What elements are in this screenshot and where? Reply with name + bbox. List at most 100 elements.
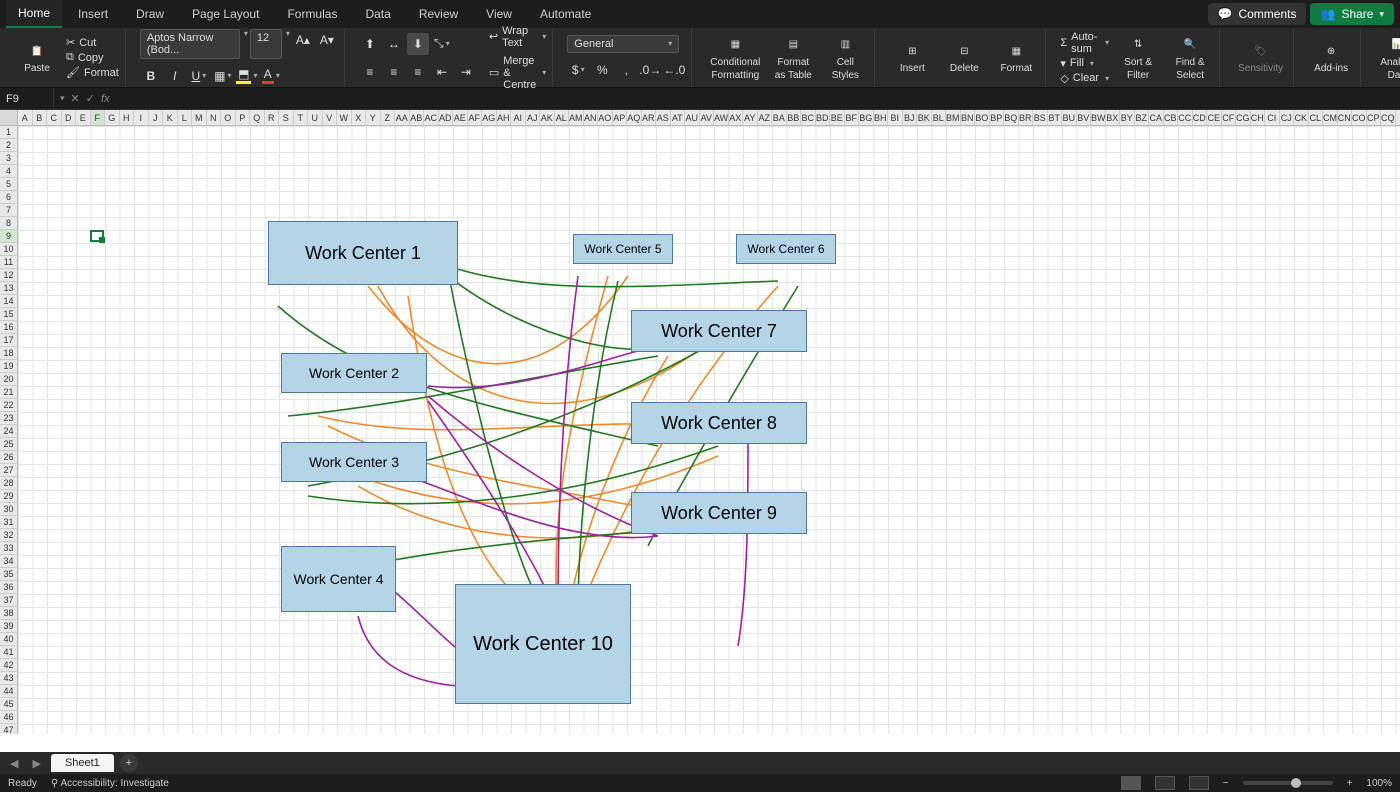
row-header[interactable]: 30	[0, 503, 17, 516]
col-header[interactable]: BJ	[903, 110, 918, 125]
row-header[interactable]: 12	[0, 269, 17, 282]
row-header[interactable]: 39	[0, 620, 17, 633]
col-header[interactable]: AW	[714, 110, 729, 125]
col-header[interactable]: AA	[395, 110, 410, 125]
decrease-font-button[interactable]: A▾	[316, 29, 338, 51]
row-header[interactable]: 16	[0, 321, 17, 334]
col-header[interactable]: Z	[381, 110, 396, 125]
italic-button[interactable]: I	[164, 65, 186, 87]
currency-button[interactable]: $▾	[567, 59, 589, 81]
shape-work-center-2[interactable]: Work Center 2	[281, 353, 427, 393]
col-header[interactable]: C	[47, 110, 62, 125]
row-header[interactable]: 46	[0, 711, 17, 724]
format-painter-button[interactable]: 🖌Format	[66, 66, 119, 79]
col-header[interactable]: CD	[1193, 110, 1208, 125]
col-header[interactable]: AD	[439, 110, 454, 125]
col-header[interactable]: AY	[743, 110, 758, 125]
sheet-nav-prev[interactable]: ◀	[6, 757, 22, 770]
col-header[interactable]: AT	[671, 110, 686, 125]
number-format-select[interactable]: General▾	[567, 35, 679, 53]
row-header[interactable]: 6	[0, 191, 17, 204]
col-header[interactable]: AC	[424, 110, 439, 125]
format-as-table-button[interactable]: ▤Formatas Table	[770, 33, 816, 83]
analyse-data-button[interactable]: 📊AnalyseData	[1375, 33, 1400, 83]
col-header[interactable]: BU	[1062, 110, 1077, 125]
col-header[interactable]: CE	[1207, 110, 1222, 125]
tab-page-layout[interactable]: Page Layout	[180, 1, 271, 27]
tab-review[interactable]: Review	[407, 1, 470, 27]
col-header[interactable]: AH	[497, 110, 512, 125]
row-header[interactable]: 37	[0, 594, 17, 607]
col-header[interactable]: CQ	[1381, 110, 1396, 125]
accessibility-status[interactable]: ⚲ Accessibility: Investigate	[51, 778, 169, 789]
comments-button[interactable]: 💬 Comments	[1208, 3, 1307, 25]
wrap-text-button[interactable]: ↩Wrap Text▾	[489, 25, 546, 49]
add-sheet-button[interactable]: +	[120, 754, 138, 772]
row-header[interactable]: 25	[0, 438, 17, 451]
decrease-decimal-button[interactable]: ←.0	[663, 59, 685, 81]
row-header[interactable]: 33	[0, 542, 17, 555]
bold-button[interactable]: B	[140, 65, 162, 87]
row-header[interactable]: 13	[0, 282, 17, 295]
col-header[interactable]: BA	[772, 110, 787, 125]
col-header[interactable]: CP	[1367, 110, 1382, 125]
col-header[interactable]: BD	[816, 110, 831, 125]
row-header[interactable]: 42	[0, 659, 17, 672]
col-header[interactable]: BB	[787, 110, 802, 125]
row-header[interactable]: 38	[0, 607, 17, 620]
col-header[interactable]: AL	[555, 110, 570, 125]
col-header[interactable]: BV	[1077, 110, 1092, 125]
col-header[interactable]: CG	[1236, 110, 1251, 125]
share-button[interactable]: 👥 Share ▾	[1310, 3, 1394, 25]
zoom-out-button[interactable]: −	[1223, 778, 1229, 789]
copy-button[interactable]: ⧉Copy	[66, 51, 119, 64]
align-left-button[interactable]: ≡	[359, 61, 381, 83]
col-header[interactable]: W	[337, 110, 352, 125]
col-header[interactable]: BI	[888, 110, 903, 125]
col-header[interactable]: E	[76, 110, 91, 125]
col-header[interactable]: AO	[598, 110, 613, 125]
col-header[interactable]: AR	[642, 110, 657, 125]
col-header[interactable]: S	[279, 110, 294, 125]
col-header[interactable]: CM	[1323, 110, 1338, 125]
increase-font-button[interactable]: A▴	[292, 29, 314, 51]
shape-work-center-10[interactable]: Work Center 10	[455, 584, 631, 704]
row-header[interactable]: 32	[0, 529, 17, 542]
row-header[interactable]: 1	[0, 126, 17, 139]
col-header[interactable]: G	[105, 110, 120, 125]
col-header[interactable]: D	[62, 110, 77, 125]
col-header[interactable]: AM	[569, 110, 584, 125]
orientation-button[interactable]: ⤡▾	[431, 33, 453, 55]
insert-cells-button[interactable]: ⊞Insert	[889, 39, 935, 76]
enter-icon[interactable]: ✓	[86, 92, 95, 105]
col-header[interactable]: BZ	[1135, 110, 1150, 125]
shape-work-center-4[interactable]: Work Center 4	[281, 546, 396, 612]
tab-draw[interactable]: Draw	[124, 1, 176, 27]
shape-work-center-7[interactable]: Work Center 7	[631, 310, 807, 352]
format-cells-button[interactable]: ▦Format	[993, 39, 1039, 76]
row-header[interactable]: 17	[0, 334, 17, 347]
zoom-level[interactable]: 100%	[1366, 778, 1392, 789]
cancel-icon[interactable]: ✕	[71, 92, 80, 105]
col-header[interactable]: BE	[830, 110, 845, 125]
col-header[interactable]: O	[221, 110, 236, 125]
merge-centre-button[interactable]: ▭Merge & Centre▾	[489, 55, 546, 91]
col-header[interactable]: J	[149, 110, 164, 125]
col-header[interactable]: BM	[946, 110, 961, 125]
col-header[interactable]: CK	[1294, 110, 1309, 125]
font-size-select[interactable]: 12	[250, 29, 282, 59]
row-header[interactable]: 11	[0, 256, 17, 269]
row-header[interactable]: 20	[0, 373, 17, 386]
row-header[interactable]: 19	[0, 360, 17, 373]
align-bottom-button[interactable]: ⬇	[407, 33, 429, 55]
col-header[interactable]: P	[236, 110, 251, 125]
col-header[interactable]: BK	[917, 110, 932, 125]
row-header[interactable]: 29	[0, 490, 17, 503]
col-header[interactable]: X	[352, 110, 367, 125]
page-layout-view-button[interactable]	[1155, 776, 1175, 790]
row-header[interactable]: 9	[0, 230, 17, 243]
col-header[interactable]: AQ	[627, 110, 642, 125]
comma-button[interactable]: ,	[615, 59, 637, 81]
underline-button[interactable]: U▾	[188, 65, 210, 87]
row-header[interactable]: 43	[0, 672, 17, 685]
